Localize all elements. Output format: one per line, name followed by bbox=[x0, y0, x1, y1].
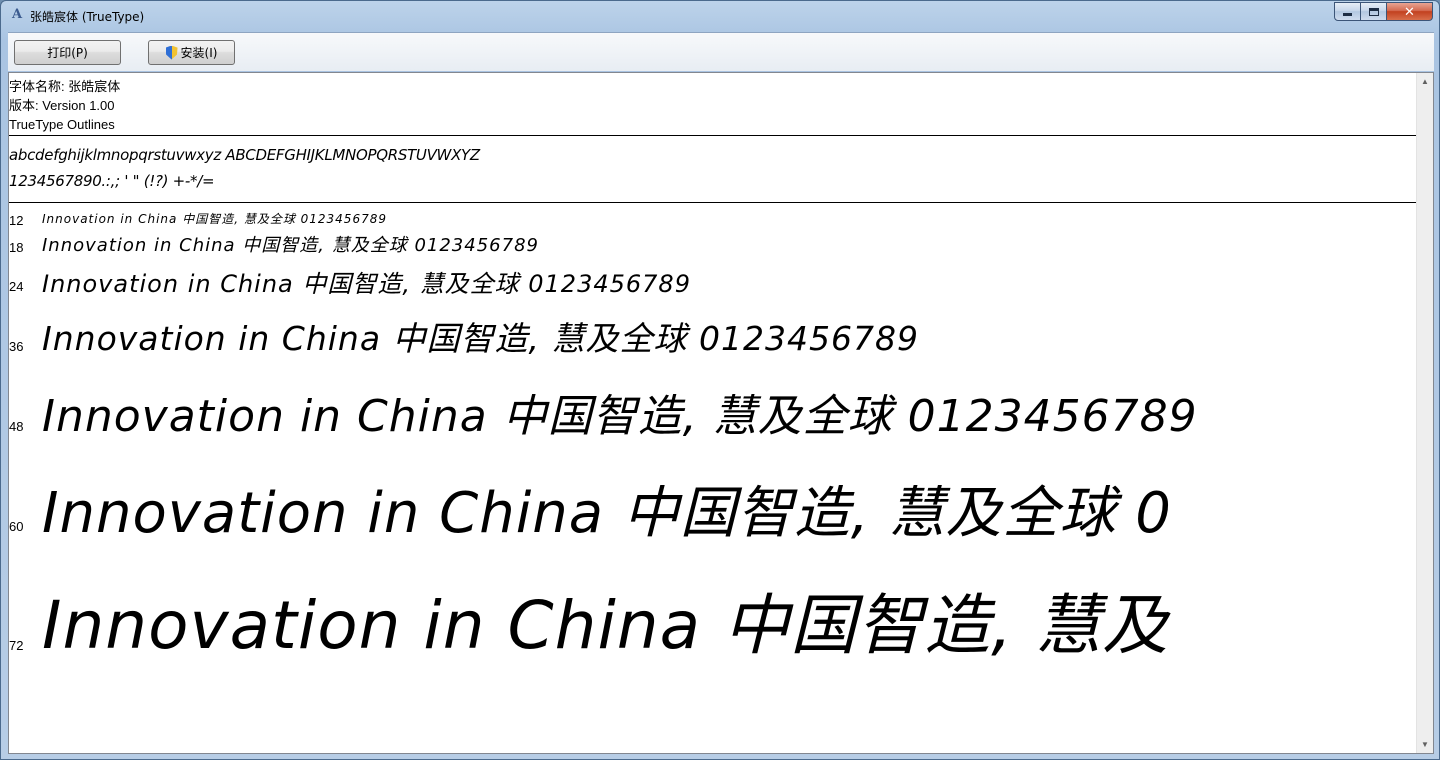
sample-text: Innovation in China 中国智造, 慧及全球 012345678… bbox=[42, 212, 387, 226]
sample-row: 18 Innovation in China 中国智造, 慧及全球 0123456… bbox=[9, 232, 1418, 260]
close-icon: ✕ bbox=[1404, 3, 1415, 19]
sample-size-label: 24 bbox=[9, 279, 24, 294]
font-preview-pane[interactable]: 字体名称: 张皓宸体 版本: Version 1.00 TrueType Out… bbox=[8, 72, 1434, 754]
sample-text: Innovation in China 中国智造, 慧及全球 0 bbox=[42, 481, 1172, 546]
caption-buttons: ✕ bbox=[1334, 2, 1433, 21]
font-outline-line: TrueType Outlines bbox=[9, 117, 115, 132]
sample-text: Innovation in China 中国智造, 慧及全球 012345678… bbox=[42, 235, 539, 256]
uac-shield-icon bbox=[165, 45, 178, 60]
sample-size-label: 48 bbox=[9, 419, 24, 434]
sample-size-label: 12 bbox=[9, 213, 24, 228]
minimize-button[interactable] bbox=[1334, 2, 1361, 21]
window-title: 张皓宸体 (TrueType) bbox=[30, 10, 145, 24]
sample-row: 36 Innovation in China 中国智造, 慧及全球 0123456… bbox=[9, 309, 1418, 369]
scroll-down-arrow-icon[interactable]: ▼ bbox=[1417, 736, 1433, 753]
vertical-scrollbar[interactable]: ▲ ▼ bbox=[1416, 73, 1433, 753]
install-button-label: 安装(I) bbox=[180, 46, 218, 60]
print-button-label: 打印(P) bbox=[47, 46, 88, 60]
sample-size-label: 72 bbox=[9, 638, 24, 653]
title-bar[interactable]: A 张皓宸体 (TrueType) ✕ bbox=[1, 1, 1439, 31]
sample-row: 72 Innovation in China 中国智造, 慧及 bbox=[9, 570, 1418, 682]
font-viewer-window: A 张皓宸体 (TrueType) ✕ 打印(P) 安装(I) 字体名称: 张皓… bbox=[0, 0, 1440, 760]
sample-row: 12 Innovation in China 中国智造, 慧及全球 0123456… bbox=[9, 210, 1418, 228]
font-version-line: 版本: Version 1.00 bbox=[9, 98, 115, 113]
toolbar: 打印(P) 安装(I) bbox=[8, 32, 1434, 71]
sample-row: 24 Innovation in China 中国智造, 慧及全球 0123456… bbox=[9, 264, 1418, 304]
sample-text: Innovation in China 中国智造, 慧及全球 012345678… bbox=[42, 270, 691, 298]
scroll-up-arrow-icon[interactable]: ▲ bbox=[1417, 73, 1433, 90]
sample-size-label: 60 bbox=[9, 519, 24, 534]
sample-size-label: 36 bbox=[9, 339, 24, 354]
sample-text: Innovation in China 中国智造, 慧及全球 012345678… bbox=[42, 319, 919, 358]
sample-row: 60 Innovation in China 中国智造, 慧及全球 0 bbox=[9, 466, 1418, 561]
close-button[interactable]: ✕ bbox=[1387, 2, 1433, 21]
sample-text: Innovation in China 中国智造, 慧及全球 012345678… bbox=[42, 391, 1198, 442]
sample-row: 48 Innovation in China 中国智造, 慧及全球 0123456… bbox=[9, 378, 1418, 456]
font-name-line: 字体名称: 张皓宸体 bbox=[9, 79, 121, 94]
maximize-button[interactable] bbox=[1361, 2, 1387, 21]
charset-symbols: 1234567890.:,; ' " (!?) +-*/= bbox=[9, 172, 215, 190]
maximize-icon bbox=[1368, 7, 1379, 16]
minimize-icon bbox=[1343, 13, 1352, 16]
sample-size-label: 18 bbox=[9, 240, 24, 255]
charset-letters: abcdefghijklmnopqrstuvwxyz ABCDEFGHIJKLM… bbox=[9, 146, 480, 164]
divider bbox=[9, 135, 1418, 136]
divider bbox=[9, 202, 1418, 203]
install-button[interactable]: 安装(I) bbox=[148, 40, 235, 65]
font-file-icon: A bbox=[11, 7, 23, 22]
print-button[interactable]: 打印(P) bbox=[14, 40, 121, 65]
font-info: 字体名称: 张皓宸体 版本: Version 1.00 TrueType Out… bbox=[9, 77, 120, 134]
sample-text: Innovation in China 中国智造, 慧及 bbox=[42, 587, 1170, 664]
